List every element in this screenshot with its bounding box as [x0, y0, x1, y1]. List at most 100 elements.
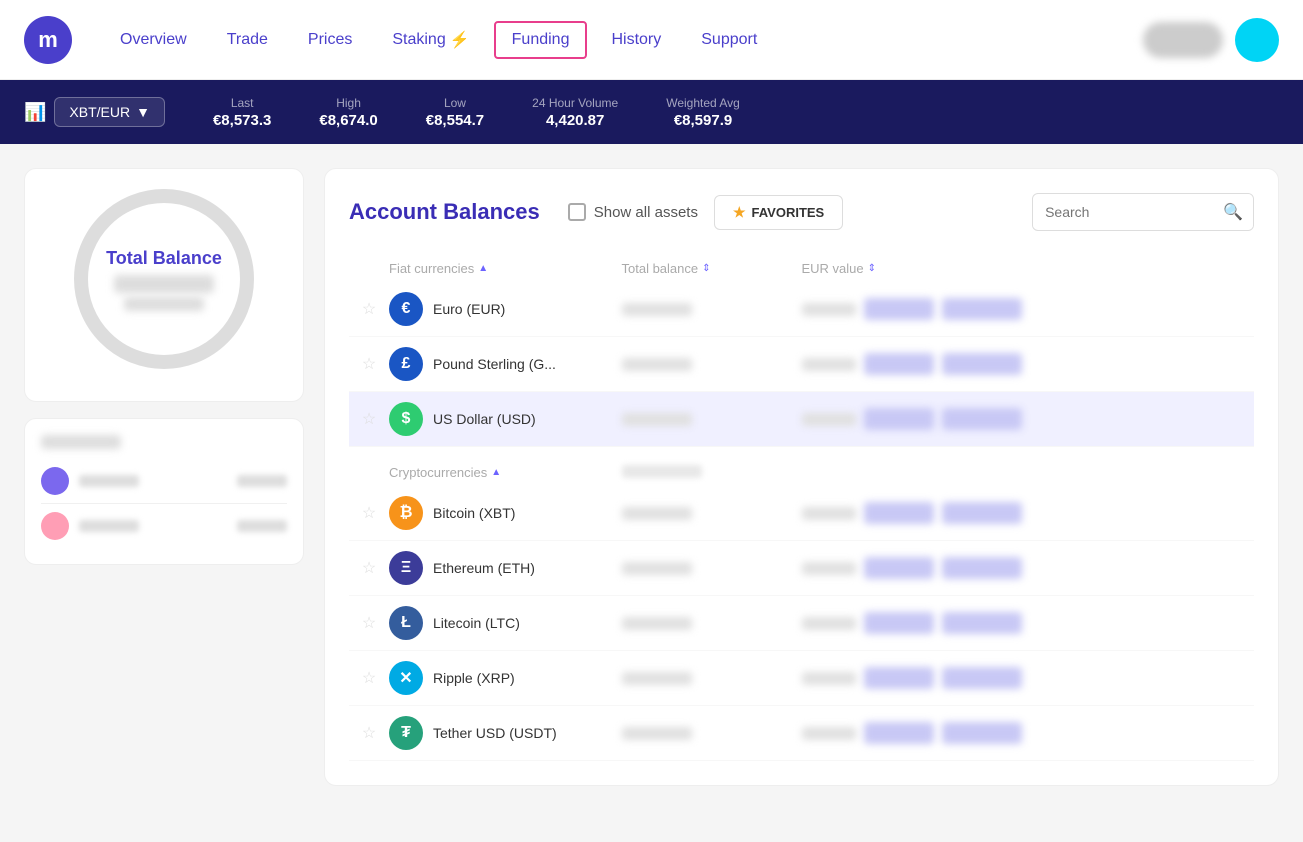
ltc-action1-blur [864, 612, 934, 634]
ticker-high: High €8,674.0 [319, 96, 377, 129]
main-content: Total Balance Account Balances [0, 144, 1303, 810]
show-all-label[interactable]: Show all assets [594, 204, 698, 221]
favorite-star-xrp[interactable]: ☆ [362, 668, 376, 688]
total-balance-label: Total Balance [106, 248, 222, 269]
search-button[interactable]: 🔍 [1213, 194, 1253, 230]
favorite-star-ltc[interactable]: ☆ [362, 613, 376, 633]
btc-balance-blur [622, 507, 692, 520]
balance-donut-chart: Total Balance [74, 189, 254, 369]
nav-links: Overview Trade Prices Staking ⚡ Funding … [104, 21, 1143, 59]
search-input[interactable] [1033, 196, 1213, 228]
eth-value-blur [802, 562, 857, 575]
currency-icon-usdt: ₮ [389, 716, 423, 750]
star-cell-usd[interactable]: ☆ [349, 409, 389, 429]
favorite-star-usdt[interactable]: ☆ [362, 723, 376, 743]
nav-prices[interactable]: Prices [292, 23, 368, 57]
right-panel: Account Balances Show all assets ★ FAVOR… [324, 168, 1279, 786]
star-cell-ltc[interactable]: ☆ [349, 613, 389, 633]
star-cell-btc[interactable]: ☆ [349, 503, 389, 523]
eur-action2-blur [942, 298, 1022, 320]
eur-balance-blur [622, 303, 692, 316]
ticker-volume: 24 Hour Volume 4,420.87 [532, 96, 618, 129]
usdt-value-blur [802, 727, 857, 740]
ltc-value-blur [802, 617, 857, 630]
currency-name-xrp: Ripple (XRP) [433, 670, 515, 686]
currency-row-eth[interactable]: ☆ Ξ Ethereum (ETH) [349, 541, 1254, 596]
currency-icon-btc: ₿ [389, 496, 423, 530]
ticker-last: Last €8,573.3 [213, 96, 271, 129]
nav-staking[interactable]: Staking ⚡ [376, 22, 485, 58]
sort-arrow-fiat: ▲ [478, 263, 488, 274]
account-id-blur [41, 435, 121, 449]
currency-row-eur[interactable]: ☆ € Euro (EUR) [349, 282, 1254, 337]
usdt-balance-blur [622, 727, 692, 740]
currency-row-usdt[interactable]: ☆ ₮ Tether USD (USDT) [349, 706, 1254, 761]
currency-icon-usd: $ [389, 402, 423, 436]
favorite-star-btc[interactable]: ☆ [362, 503, 376, 523]
currency-row-ltc[interactable]: ☆ Ł Litecoin (LTC) [349, 596, 1254, 651]
eth-action1-blur [864, 557, 934, 579]
asset-row-2 [41, 504, 287, 548]
ticker-low: Low €8,554.7 [426, 96, 484, 129]
ticker-pair-selector[interactable]: 📊 XBT/EUR ▼ [24, 97, 165, 127]
favorite-star-gbp[interactable]: ☆ [362, 354, 376, 374]
star-icon: ★ [733, 204, 746, 221]
favorite-star-eur[interactable]: ☆ [362, 299, 376, 319]
pair-dropdown[interactable]: XBT/EUR ▼ [54, 97, 165, 127]
currency-icon-eur: € [389, 292, 423, 326]
currency-name-eur: Euro (EUR) [433, 301, 505, 317]
currency-name-usdt: Tether USD (USDT) [433, 725, 557, 741]
user-avatar[interactable] [1235, 18, 1279, 62]
balances-title: Account Balances [349, 199, 540, 225]
star-cell-gbp[interactable]: ☆ [349, 354, 389, 374]
dropdown-arrow-icon: ▼ [136, 104, 150, 120]
gbp-value-blur [802, 358, 857, 371]
usd-balance-blur [622, 413, 692, 426]
currency-name-btc: Bitcoin (XBT) [433, 505, 515, 521]
currency-row-usd[interactable]: ☆ $ US Dollar (USD) [349, 392, 1254, 447]
left-panel: Total Balance [24, 168, 304, 786]
asset-amount-blur-2 [237, 520, 287, 532]
nav-trade[interactable]: Trade [211, 23, 284, 57]
sort-arrow-total: ⇕ [702, 263, 710, 274]
asset-label-blur [79, 475, 139, 487]
btc-action2-blur [942, 502, 1022, 524]
assets-mini-card [24, 418, 304, 565]
crypto-section-header: Cryptocurrencies ▲ [349, 455, 1254, 486]
chart-icon: 📊 [24, 102, 46, 123]
star-cell-eur[interactable]: ☆ [349, 299, 389, 319]
nav-overview[interactable]: Overview [104, 23, 203, 57]
nav-history[interactable]: History [595, 23, 677, 57]
search-box[interactable]: 🔍 [1032, 193, 1254, 231]
favorites-button[interactable]: ★ FAVORITES [714, 195, 843, 230]
favorite-star-eth[interactable]: ☆ [362, 558, 376, 578]
nav-funding[interactable]: Funding [494, 21, 588, 59]
usd-action1-blur [864, 408, 934, 430]
currency-row-btc[interactable]: ☆ ₿ Bitcoin (XBT) [349, 486, 1254, 541]
show-all-checkbox[interactable] [568, 203, 586, 221]
currency-icon-eth: Ξ [389, 551, 423, 585]
currency-name-usd: US Dollar (USD) [433, 411, 536, 427]
sort-arrow-eur: ⇕ [868, 263, 876, 274]
favorite-star-usd[interactable]: ☆ [362, 409, 376, 429]
star-cell-xrp[interactable]: ☆ [349, 668, 389, 688]
star-cell-usdt[interactable]: ☆ [349, 723, 389, 743]
nav-right [1143, 18, 1279, 62]
star-cell-eth[interactable]: ☆ [349, 558, 389, 578]
ltc-action2-blur [942, 612, 1022, 634]
currency-row-xrp[interactable]: ☆ ✕ Ripple (XRP) [349, 651, 1254, 706]
crypto-total-header-blur [622, 465, 702, 478]
show-all-container[interactable]: Show all assets [568, 203, 698, 221]
fiat-section-header: Fiat currencies ▲ Total balance ⇕ EUR va… [349, 251, 1254, 282]
gbp-balance-blur [622, 358, 692, 371]
asset-dot-pink [41, 512, 69, 540]
balances-header: Account Balances Show all assets ★ FAVOR… [349, 193, 1254, 231]
balance-sub-blur [124, 297, 204, 311]
nav-support[interactable]: Support [685, 23, 773, 57]
currency-row-gbp[interactable]: ☆ £ Pound Sterling (G... [349, 337, 1254, 392]
logo[interactable]: m [24, 16, 72, 64]
logo-icon: m [24, 16, 72, 64]
balance-circle-card: Total Balance [24, 168, 304, 402]
balance-value-blur [114, 275, 214, 293]
ticker-bar: 📊 XBT/EUR ▼ Last €8,573.3 High €8,674.0 … [0, 80, 1303, 144]
